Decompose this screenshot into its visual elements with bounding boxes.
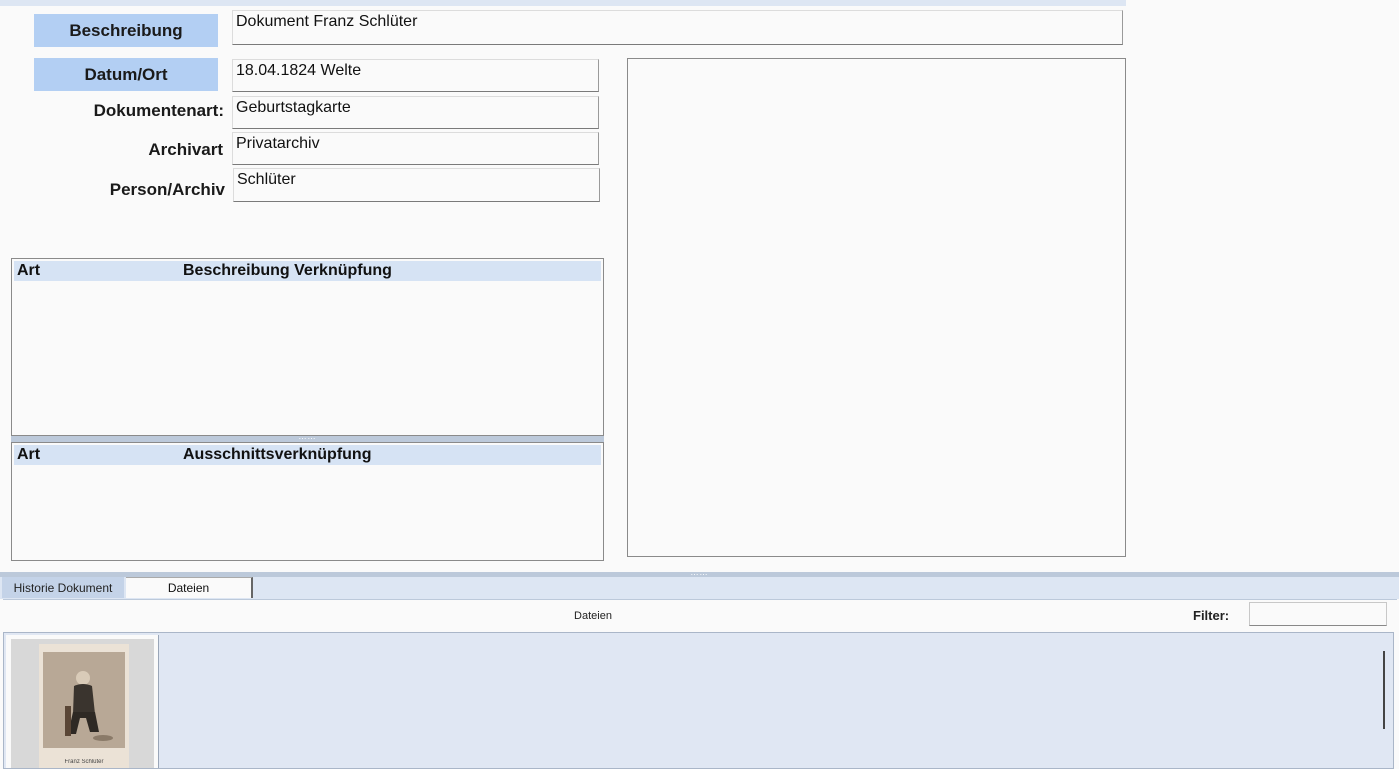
- top-strip: [0, 0, 1126, 6]
- tab-dateien[interactable]: Dateien: [126, 577, 253, 598]
- column-header-beschreibung-verknuepfung[interactable]: Beschreibung Verknüpfung: [183, 262, 392, 280]
- files-title: Dateien: [574, 610, 612, 622]
- ausschnitt-grid[interactable]: Art Ausschnittsverknüpfung: [11, 442, 604, 561]
- beschreibung-label-button[interactable]: Beschreibung: [34, 14, 218, 47]
- bottom-tab-bar: Historie Dokument Dateien: [0, 577, 1399, 599]
- archivart-label: Archivart: [148, 140, 223, 159]
- column-header-art[interactable]: Art: [17, 446, 40, 464]
- datum-ort-label-button[interactable]: Datum/Ort: [34, 58, 218, 91]
- file-thumbnail-cell[interactable]: Franz Schlüter: [6, 635, 159, 768]
- verknuepfung-grid[interactable]: Art Beschreibung Verknüpfung: [11, 258, 604, 436]
- dokumentenart-label: Dokumentenart:: [93, 101, 224, 120]
- beschreibung-field[interactable]: Dokument Franz Schlüter: [232, 10, 1123, 45]
- datum-ort-field[interactable]: 18.04.1824 Welte: [232, 59, 599, 92]
- filter-input[interactable]: [1249, 602, 1387, 626]
- photo-figure: [43, 652, 125, 748]
- person-archiv-field[interactable]: Schlüter: [233, 168, 600, 202]
- person-archiv-label: Person/Archiv: [109, 180, 225, 199]
- tab-historie-dokument[interactable]: Historie Dokument: [2, 577, 124, 598]
- verknuepfung-grid-header: Art Beschreibung Verknüpfung: [14, 261, 601, 281]
- filter-label: Filter:: [1193, 608, 1230, 623]
- file-thumbnail-frame: Franz Schlüter: [11, 639, 154, 768]
- vertical-scrollbar[interactable]: [1383, 651, 1385, 729]
- ausschnitt-grid-header: Art Ausschnittsverknüpfung: [14, 445, 601, 465]
- seated-man-figure: [43, 652, 125, 748]
- column-header-ausschnittsverknuepfung[interactable]: Ausschnittsverknüpfung: [183, 446, 371, 464]
- document-preview-box: [627, 58, 1126, 557]
- dokumentenart-field[interactable]: Geburtstagkarte: [232, 96, 599, 129]
- file-thumbnail-image[interactable]: Franz Schlüter: [39, 644, 129, 768]
- files-list-area[interactable]: Franz Schlüter: [3, 632, 1394, 769]
- thumbnail-caption: Franz Schlüter: [64, 759, 104, 765]
- column-header-art[interactable]: Art: [17, 262, 40, 280]
- archivart-field[interactable]: Privatarchiv: [232, 132, 599, 165]
